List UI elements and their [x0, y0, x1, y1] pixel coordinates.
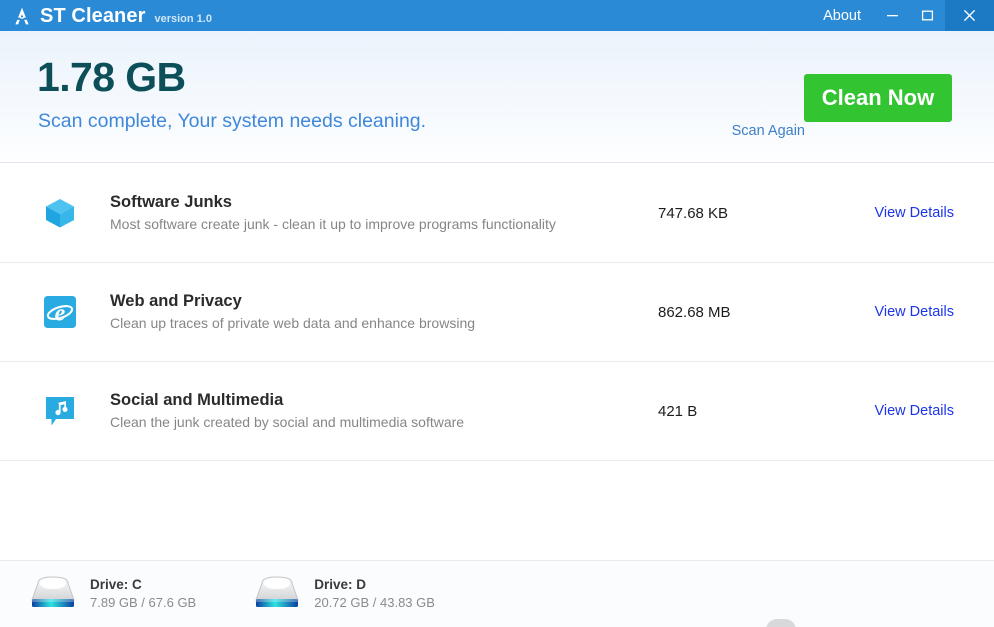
table-row[interactable]: e Web and Privacy Clean up traces of pri…: [0, 263, 994, 362]
scan-again-button[interactable]: Scan Again: [732, 123, 805, 139]
category-description: Most software create junk - clean it up …: [110, 216, 556, 233]
category-size: 747.68 KB: [658, 204, 729, 222]
drive-meta: Drive: D 20.72 GB / 43.83 GB: [314, 576, 435, 611]
category-description: Clean up traces of private web data and …: [110, 315, 476, 332]
clean-now-button[interactable]: Clean Now: [804, 74, 952, 122]
category-size: 421 B: [658, 402, 698, 420]
category-text: Web and Privacy Clean up traces of priva…: [110, 291, 636, 334]
drive-name: Drive: C: [90, 577, 142, 593]
about-label: About: [823, 7, 861, 24]
offscreen-control-edge: [766, 619, 796, 627]
maximize-icon: [921, 9, 934, 22]
hard-drive-icon: [252, 574, 304, 614]
view-details-link[interactable]: View Details: [832, 205, 954, 221]
drive-meta: Drive: C 7.89 GB / 67.6 GB: [90, 576, 196, 611]
drives-footer: Drive: C 7.89 GB / 67.6 GB Drive: D 20.7…: [0, 560, 994, 627]
app-title: ST Cleaner: [40, 4, 146, 27]
minimize-button[interactable]: [875, 0, 910, 31]
drive-name: Drive: D: [314, 577, 366, 593]
category-title: Web and Privacy: [110, 291, 242, 310]
app-version: version 1.0: [154, 12, 212, 25]
minimize-icon: [886, 9, 899, 22]
scan-status-text: Scan complete, Your system needs cleanin…: [38, 110, 427, 132]
st-cleaner-window: ST Cleaner version 1.0 About 1.78 GB Sca…: [0, 0, 994, 627]
view-details-link[interactable]: View Details: [832, 403, 954, 419]
table-row[interactable]: Software Junks Most software create junk…: [0, 164, 994, 263]
category-list: Software Junks Most software create junk…: [0, 164, 994, 461]
cube-icon: [36, 196, 84, 230]
drive-item-d: Drive: D 20.72 GB / 43.83 GB: [252, 574, 435, 614]
total-junk-size: 1.78 GB: [37, 54, 186, 100]
category-title: Social and Multimedia: [110, 390, 284, 409]
title-bar: ST Cleaner version 1.0 About: [0, 0, 994, 31]
svg-text:e: e: [55, 301, 66, 327]
close-button[interactable]: [945, 0, 994, 31]
close-icon: [962, 8, 977, 23]
internet-explorer-icon: e: [36, 295, 84, 329]
about-button[interactable]: About: [809, 0, 875, 31]
maximize-button[interactable]: [910, 0, 945, 31]
category-text: Social and Multimedia Clean the junk cre…: [110, 390, 636, 433]
category-title: Software Junks: [110, 192, 232, 211]
drive-usage: 7.89 GB / 67.6 GB: [90, 594, 197, 610]
category-description: Clean the junk created by social and mul…: [110, 414, 465, 431]
table-row[interactable]: Social and Multimedia Clean the junk cre…: [0, 362, 994, 461]
hard-drive-icon: [28, 574, 80, 614]
st-cleaner-logo-icon: [8, 2, 36, 30]
drive-item-c: Drive: C 7.89 GB / 67.6 GB: [28, 574, 196, 614]
music-chat-bubble-icon: [36, 394, 84, 428]
scan-summary-header: 1.78 GB Scan complete, Your system needs…: [0, 31, 994, 163]
drive-usage: 20.72 GB / 43.83 GB: [314, 594, 435, 610]
category-size: 862.68 MB: [658, 303, 731, 321]
category-text: Software Junks Most software create junk…: [110, 192, 636, 235]
view-details-link[interactable]: View Details: [832, 304, 954, 320]
